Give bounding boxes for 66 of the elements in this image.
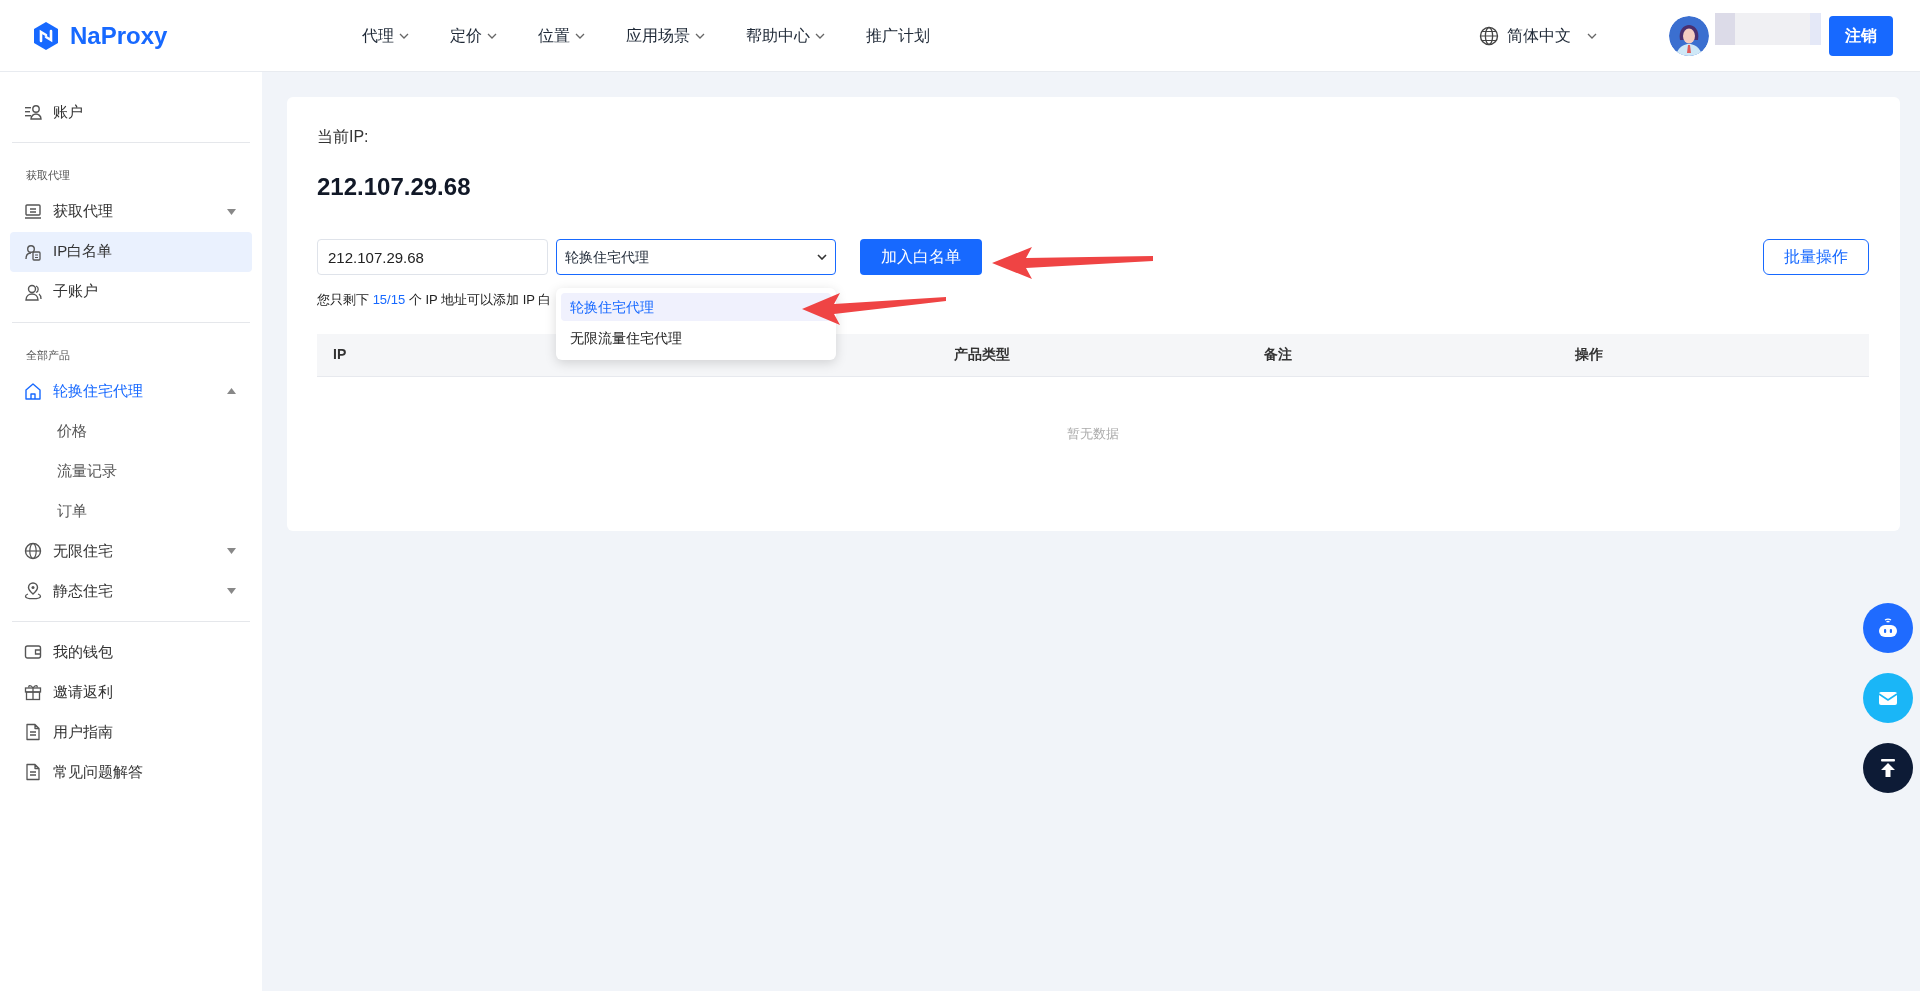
caret-icon	[695, 32, 706, 39]
sidebar-item[interactable]: 账户	[10, 92, 252, 132]
sidebar-item[interactable]: 邀请返利	[10, 672, 252, 712]
dropdown-option[interactable]: 无限流量住宅代理	[561, 324, 831, 352]
wallet-icon	[24, 643, 42, 661]
sidebar-item[interactable]: 轮换住宅代理	[10, 371, 252, 411]
nav-link[interactable]: 位置	[538, 23, 586, 48]
sidebar-item[interactable]: 子账户	[10, 271, 252, 312]
home-icon	[24, 382, 42, 400]
sidebar-subitem[interactable]: 流量记录	[10, 451, 252, 491]
user-list-icon	[24, 242, 42, 261]
current-ip: 212.107.29.68	[317, 172, 472, 202]
column-header: 操作	[1574, 346, 1603, 362]
empty-table-text: 暂无数据	[1067, 425, 1119, 441]
notice-text: 您只剩下 15/15 个 IP 地址可以添加 IP 白	[317, 292, 552, 307]
nav-link[interactable]: 推广计划	[866, 23, 931, 48]
nav-link[interactable]: 定价	[450, 23, 498, 48]
caret-icon	[815, 32, 826, 39]
caret-icon	[1587, 32, 1597, 39]
sidebar-item[interactable]: IP白名单	[10, 231, 252, 272]
globe-icon	[1479, 25, 1499, 46]
expand-caret-icon	[227, 588, 236, 594]
sidebar-item[interactable]: 常见问题解答	[10, 752, 252, 792]
product-select[interactable]: 轮换住宅代理	[556, 239, 836, 275]
caret-icon	[575, 32, 586, 39]
chevron-down-icon	[817, 254, 827, 260]
robot-icon	[1876, 616, 1900, 640]
expand-caret-icon	[227, 208, 236, 215]
document-icon	[24, 763, 42, 781]
column-header: IP	[333, 346, 347, 362]
expand-caret-icon	[227, 548, 236, 554]
ip-input-field[interactable]: 212.107.29.68	[317, 239, 548, 275]
sidebar-subitem[interactable]: 价格	[10, 411, 252, 451]
column-header: 产品类型	[953, 346, 1010, 362]
document-icon	[24, 723, 42, 741]
sidebar-subitem[interactable]: 订单	[10, 491, 252, 531]
caret-icon	[399, 32, 410, 39]
current-ip-label: 当前IP:	[317, 127, 370, 147]
nav-link[interactable]: 代理	[362, 23, 410, 48]
collapse-caret-icon	[227, 388, 236, 394]
location-pin-icon	[24, 582, 42, 600]
nav-link[interactable]: 应用场景	[626, 23, 706, 48]
sidebar-item[interactable]: 静态住宅	[10, 571, 252, 611]
sidebar-item[interactable]: 用户指南	[10, 712, 252, 752]
dropdown-option[interactable]: 轮换住宅代理	[561, 293, 831, 321]
language-selector[interactable]: 简体中文	[1479, 23, 1597, 48]
section-heading: 全部产品	[25, 347, 71, 363]
sidebar-item[interactable]: 无限住宅	[10, 531, 252, 571]
chat-robot-button[interactable]	[1863, 603, 1913, 653]
account-icon	[24, 103, 42, 121]
section-heading: 获取代理	[25, 168, 71, 183]
sidebar-item[interactable]: 我的钱包	[10, 632, 252, 672]
avatar[interactable]	[1669, 15, 1709, 56]
gift-icon	[24, 683, 42, 701]
monitor-icon	[24, 202, 42, 221]
logout-button[interactable]: 注销	[1829, 15, 1893, 56]
user-icon	[24, 282, 42, 301]
sidebar-item[interactable]: 获取代理	[10, 191, 252, 232]
column-header: 备注	[1264, 346, 1293, 362]
add-to-whitelist-button[interactable]: 加入白名单	[860, 239, 982, 275]
batch-operation-button[interactable]: 批量操作	[1763, 239, 1869, 275]
caret-icon	[487, 32, 498, 39]
globe-icon	[24, 542, 42, 560]
back-to-top-button[interactable]	[1863, 743, 1913, 793]
logo-text[interactable]: NaProxy	[70, 17, 168, 54]
nav-link[interactable]: 帮助中心	[746, 23, 826, 48]
